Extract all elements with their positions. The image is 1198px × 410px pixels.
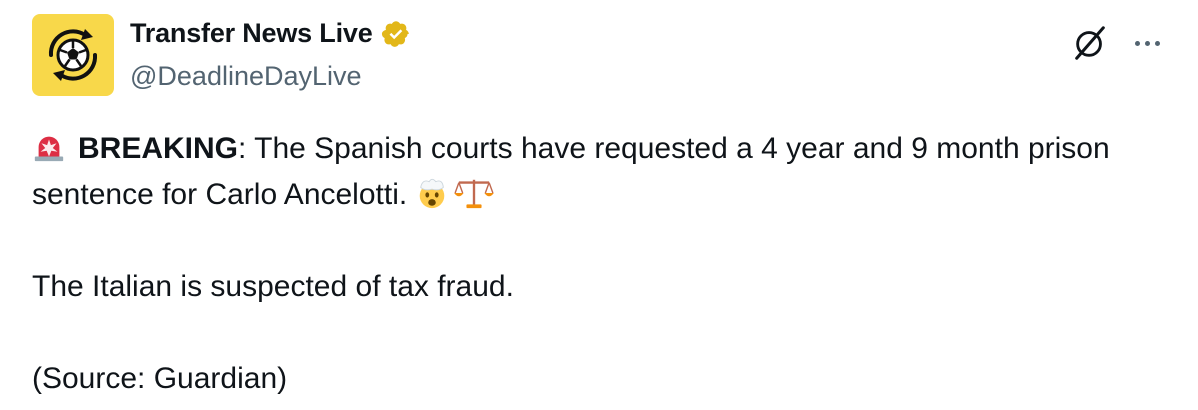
grok-icon[interactable]: [1071, 24, 1109, 62]
author-avatar[interactable]: [32, 14, 114, 96]
police-siren-icon: [34, 136, 64, 162]
tweet-paragraph-3: (Source: Guardian): [32, 362, 288, 395]
tweet-paragraph-1: BREAKING: The Spanish courts have reques…: [32, 126, 1172, 218]
more-options-icon[interactable]: [1135, 24, 1160, 62]
author-handle[interactable]: @DeadlineDayLive: [130, 61, 362, 92]
tweet-paragraph-2: The Italian is suspected of tax fraud.: [32, 270, 514, 303]
verified-badge-icon: [381, 20, 409, 47]
tweet-text: BREAKING: The Spanish courts have reques…: [32, 126, 1172, 402]
exploding-head-icon: [419, 178, 445, 209]
author-display-name[interactable]: Transfer News Live: [130, 18, 373, 49]
breaking-label: BREAKING: [78, 132, 239, 165]
balance-scale-icon: [454, 179, 495, 209]
soccer-ball-transfer-icon: [48, 29, 98, 81]
